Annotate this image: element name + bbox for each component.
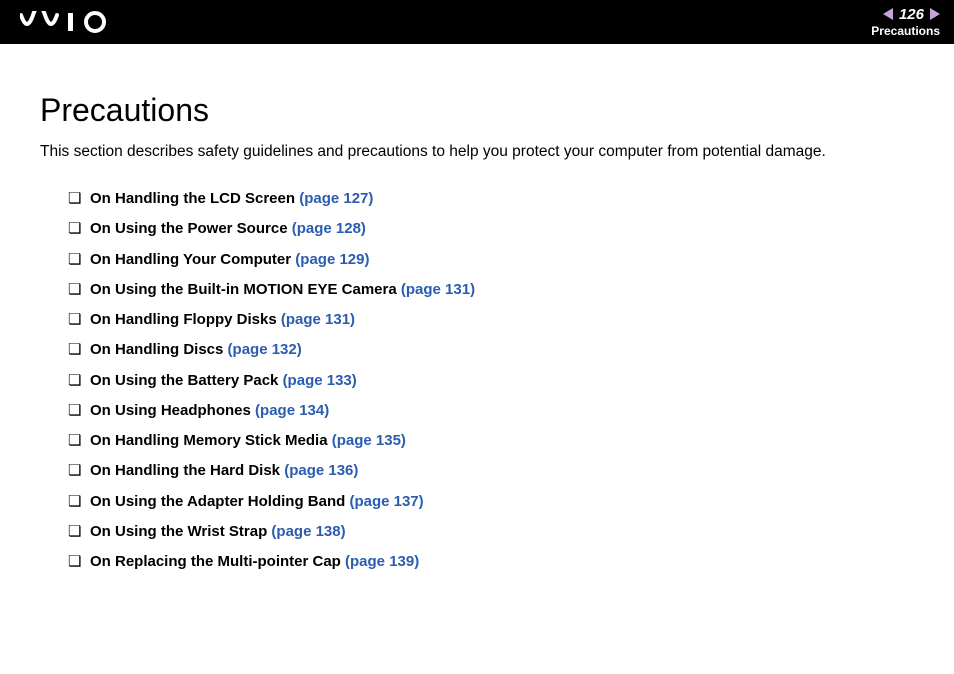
toc-item-page-ref[interactable]: (page 139) xyxy=(345,553,419,570)
toc-item-label: On Handling the Hard Disk xyxy=(90,462,280,479)
toc-item: On Handling Memory Stick Media (page 135… xyxy=(68,431,914,451)
page-nav: 126 xyxy=(871,7,940,22)
toc-item: On Using Headphones (page 134) xyxy=(68,401,914,421)
toc-item: On Using the Adapter Holding Band (page … xyxy=(68,492,914,512)
page-title: Precautions xyxy=(40,92,914,129)
toc-item-label: On Handling Your Computer xyxy=(90,251,291,268)
toc-item: On Using the Power Source (page 128) xyxy=(68,219,914,239)
toc-item-page-ref[interactable]: (page 129) xyxy=(295,251,369,268)
toc-item-page-ref[interactable]: (page 131) xyxy=(281,311,355,328)
toc-item-label: On Replacing the Multi-pointer Cap xyxy=(90,553,341,570)
toc-item-page-ref[interactable]: (page 136) xyxy=(284,462,358,479)
toc-item-label: On Using the Wrist Strap xyxy=(90,523,267,540)
toc-item-page-ref[interactable]: (page 132) xyxy=(228,341,302,358)
toc-item-page-ref[interactable]: (page 133) xyxy=(283,372,357,389)
toc-item: On Handling the Hard Disk (page 136) xyxy=(68,461,914,481)
toc-item-label: On Handling the LCD Screen xyxy=(90,190,295,207)
toc-item-label: On Handling Memory Stick Media xyxy=(90,432,328,449)
toc-item-page-ref[interactable]: (page 137) xyxy=(349,493,423,510)
content-area: Precautions This section describes safet… xyxy=(0,44,954,572)
toc-item-label: On Using Headphones xyxy=(90,402,251,419)
header-right: 126 Precautions xyxy=(871,7,940,38)
toc-item-label: On Handling Discs xyxy=(90,341,223,358)
toc-item-page-ref[interactable]: (page 134) xyxy=(255,402,329,419)
header-bar: 126 Precautions xyxy=(0,0,954,44)
toc-item: On Handling the LCD Screen (page 127) xyxy=(68,189,914,209)
header-section-label: Precautions xyxy=(871,24,940,38)
toc-list: On Handling the LCD Screen (page 127)On … xyxy=(40,189,914,572)
toc-item-label: On Using the Power Source xyxy=(90,220,288,237)
vaio-logo xyxy=(20,11,120,33)
toc-item-label: On Using the Battery Pack xyxy=(90,372,278,389)
vaio-logo-svg xyxy=(20,11,120,33)
toc-item: On Handling Your Computer (page 129) xyxy=(68,250,914,270)
toc-item-label: On Using the Built-in MOTION EYE Camera xyxy=(90,281,397,298)
toc-item-label: On Handling Floppy Disks xyxy=(90,311,277,328)
toc-item-page-ref[interactable]: (page 131) xyxy=(401,281,475,298)
prev-page-icon[interactable] xyxy=(883,8,893,20)
toc-item: On Using the Wrist Strap (page 138) xyxy=(68,522,914,542)
next-page-icon[interactable] xyxy=(930,8,940,20)
intro-text: This section describes safety guidelines… xyxy=(40,143,914,161)
toc-item: On Using the Built-in MOTION EYE Camera … xyxy=(68,280,914,300)
toc-item: On Handling Floppy Disks (page 131) xyxy=(68,310,914,330)
toc-item-page-ref[interactable]: (page 128) xyxy=(292,220,366,237)
toc-item-page-ref[interactable]: (page 138) xyxy=(271,523,345,540)
toc-item: On Using the Battery Pack (page 133) xyxy=(68,371,914,391)
page-number: 126 xyxy=(899,7,924,22)
toc-item: On Replacing the Multi-pointer Cap (page… xyxy=(68,552,914,572)
toc-item: On Handling Discs (page 132) xyxy=(68,340,914,360)
toc-item-page-ref[interactable]: (page 135) xyxy=(332,432,406,449)
toc-item-label: On Using the Adapter Holding Band xyxy=(90,493,345,510)
toc-item-page-ref[interactable]: (page 127) xyxy=(299,190,373,207)
